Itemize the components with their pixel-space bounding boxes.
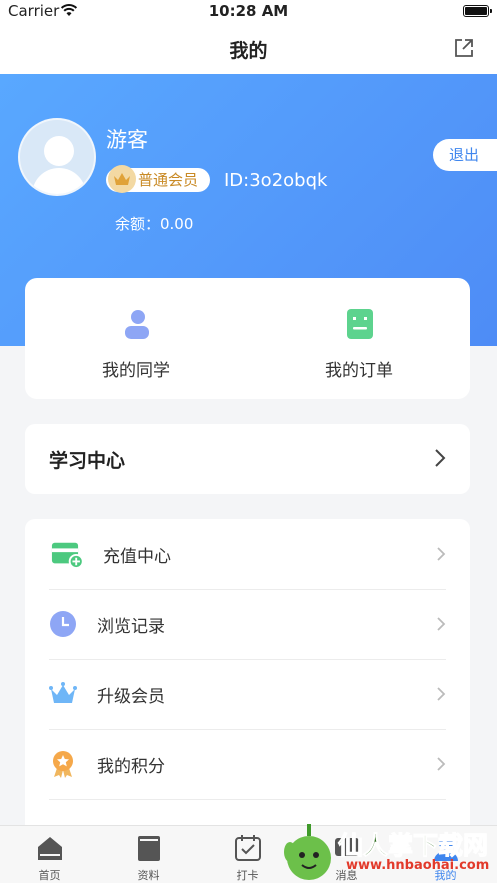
- balance: 余额：0.00: [115, 215, 194, 233]
- menu-item-label: 升级会员: [97, 687, 165, 707]
- menu-list: 充值中心 浏览记录 升级会员 我的积分: [25, 519, 470, 849]
- chevron-right-icon: [435, 449, 446, 467]
- quick-actions-card: 我的同学 我的订单: [25, 278, 470, 399]
- chevron-right-icon: [437, 757, 446, 771]
- book-icon: [138, 836, 160, 861]
- study-center-row[interactable]: 学习中心: [25, 424, 470, 494]
- member-badge: 普通会员: [106, 165, 211, 193]
- tab-label: 资料: [137, 869, 160, 882]
- watermark-overlay: 仙人掌下载网 www.hnbaohai.com: [282, 822, 495, 883]
- menu-item-label: 我的积分: [97, 757, 165, 777]
- user-id: ID:3o2obqk: [224, 170, 328, 191]
- divider: [49, 799, 446, 800]
- chevron-right-icon: [437, 617, 446, 631]
- classmates-label: 我的同学: [102, 361, 170, 381]
- calendar-check-icon: [235, 835, 261, 861]
- divider: [49, 729, 446, 730]
- medal-icon: [53, 751, 73, 778]
- cactus-icon: [284, 824, 331, 880]
- share-icon[interactable]: [453, 37, 475, 59]
- orders-label: 我的订单: [325, 361, 393, 381]
- menu-item-history[interactable]: 浏览记录: [25, 589, 470, 659]
- watermark-url: www.hnbaohai.com: [346, 858, 490, 873]
- clock-time: 10:28 AM: [208, 2, 289, 20]
- page-title: 我的: [229, 40, 268, 62]
- status-bar: Carrier 10:28 AM: [0, 0, 497, 24]
- menu-item-label: 浏览记录: [97, 617, 165, 637]
- avatar-head-shape: [44, 136, 74, 166]
- nav-bar: 我的: [0, 24, 497, 74]
- divider: [49, 659, 446, 660]
- logout-button[interactable]: 退出: [433, 139, 497, 171]
- wallet-add-icon: [51, 542, 83, 568]
- menu-item-upgrade[interactable]: 升级会员: [25, 659, 470, 729]
- avatar-body-shape: [32, 168, 86, 194]
- crown-icon: [108, 165, 136, 193]
- study-center-label: 学习中心: [49, 450, 126, 472]
- menu-item-points[interactable]: 我的积分: [25, 729, 470, 799]
- classmates-button[interactable]: 我的同学: [25, 278, 247, 399]
- chevron-right-icon: [437, 687, 446, 701]
- battery-icon: [463, 5, 492, 17]
- order-icon: [347, 309, 373, 339]
- crown-icon: [49, 682, 77, 703]
- watermark-text: 仙人掌下载网: [337, 831, 489, 861]
- classmate-icon: [125, 310, 149, 339]
- orders-button[interactable]: 我的订单: [248, 278, 470, 399]
- username: 游客: [106, 128, 148, 152]
- clock-icon: [50, 611, 76, 637]
- home-icon: [38, 837, 62, 860]
- tab-materials[interactable]: 资料: [99, 826, 198, 883]
- menu-item-recharge[interactable]: 充值中心: [25, 519, 470, 589]
- tab-label: 首页: [38, 869, 61, 882]
- member-level: 普通会员: [138, 171, 199, 189]
- tab-home[interactable]: 首页: [0, 826, 99, 883]
- menu-item-label: 充值中心: [103, 547, 171, 567]
- avatar[interactable]: [18, 118, 96, 196]
- divider: [49, 589, 446, 590]
- chevron-right-icon: [437, 547, 446, 561]
